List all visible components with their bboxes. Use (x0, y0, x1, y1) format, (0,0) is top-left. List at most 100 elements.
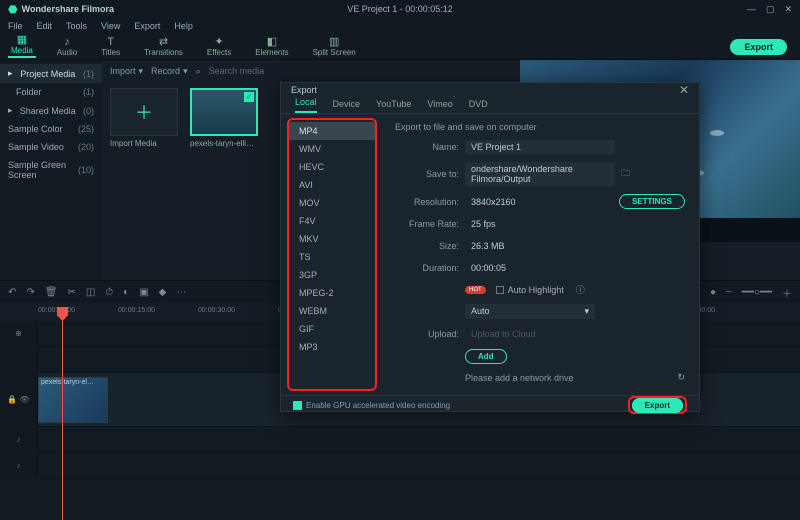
video-clip[interactable]: pexels-taryn-el… (38, 377, 108, 423)
import-dropdown[interactable]: Import ▾ (110, 66, 143, 77)
info-icon[interactable]: ⓘ (576, 283, 585, 296)
dialog-close-icon[interactable]: ✕ (679, 83, 689, 97)
menu-help[interactable]: Help (174, 21, 193, 31)
track-head[interactable] (0, 347, 38, 372)
format-avi[interactable]: AVI (289, 176, 375, 194)
track-head[interactable]: ⊕ (0, 321, 38, 346)
media-thumb[interactable]: ✓ pexels-taryn-elliott-5548… (190, 88, 258, 148)
zoom-slider[interactable]: ━━○━━ (742, 287, 772, 298)
track-head-video[interactable]: 🔒 👁 (0, 373, 38, 426)
format-list: MP4 WMV HEVC AVI MOV F4V MKV TS 3GP MPEG… (287, 118, 377, 391)
track-head-audio[interactable]: ♪ (0, 427, 38, 452)
menu-export[interactable]: Export (134, 21, 160, 31)
import-media-tile[interactable]: ＋ Import Media (110, 88, 178, 148)
sidebar-item-project-media[interactable]: ▸ Project Media(1) (0, 64, 102, 83)
export-button[interactable]: Export (730, 39, 787, 55)
tab-media[interactable]: ▦Media (8, 35, 36, 58)
format-mov[interactable]: MOV (289, 194, 375, 212)
auto-dropdown[interactable]: Auto ▾ (465, 304, 595, 319)
saveto-field[interactable]: ondershare/Wondershare Filmora/Output (465, 162, 615, 186)
name-field[interactable]: VE Project 1 (465, 140, 615, 154)
sidebar-item-green-screen[interactable]: Sample Green Screen(10) (0, 156, 102, 184)
menu-file[interactable]: File (8, 21, 23, 31)
maximize-icon[interactable]: ▢ (766, 4, 775, 15)
keyframe-icon[interactable]: ◆ (159, 287, 167, 298)
sidebar-item-sample-color[interactable]: Sample Color(25) (0, 120, 102, 138)
split-icon: ▥ (329, 37, 339, 47)
record-dropdown[interactable]: Record ▾ (151, 66, 188, 77)
record-icon[interactable]: ● (710, 287, 716, 298)
add-button[interactable]: Add (465, 349, 507, 364)
undo-icon[interactable]: ↶ (8, 287, 16, 298)
app-title: Wondershare Filmora (22, 4, 114, 14)
gpu-checkbox[interactable]: Enable GPU accelerated video encoding (293, 401, 450, 410)
format-hevc[interactable]: HEVC (289, 158, 375, 176)
effects-icon: ✦ (214, 37, 223, 47)
export-tab-vimeo[interactable]: Vimeo (427, 99, 452, 113)
format-mp3[interactable]: MP3 (289, 338, 375, 356)
menu-tools[interactable]: Tools (66, 21, 87, 31)
export-tab-dvd[interactable]: DVD (469, 99, 488, 113)
resolution-value: 3840x2160 (465, 195, 613, 209)
track-head-audio2[interactable]: ♪ (0, 453, 38, 478)
export-tabs: Local Device YouTube Vimeo DVD (281, 97, 699, 114)
tab-transitions[interactable]: ⇄Transitions (141, 37, 186, 57)
sidebar-item-shared[interactable]: ▸ Shared Media(0) (0, 101, 102, 120)
chevron-down-icon: ▾ (584, 306, 589, 317)
format-f4v[interactable]: F4V (289, 212, 375, 230)
playhead[interactable] (62, 321, 63, 520)
speed-icon[interactable]: ⏱ (105, 287, 113, 298)
zoom-in-icon[interactable]: ＋ (782, 285, 792, 300)
delete-icon[interactable]: 🗑 (45, 287, 58, 298)
cut-icon[interactable]: ✂ (67, 287, 75, 298)
check-icon (293, 401, 302, 410)
zoom-out-icon[interactable]: − (726, 287, 732, 298)
color-icon[interactable]: ◐ (123, 287, 129, 298)
menu-edit[interactable]: Edit (37, 21, 53, 31)
sidebar-item-folder[interactable]: Folder(1) (0, 83, 102, 101)
sidebar-item-sample-video[interactable]: Sample Video(20) (0, 138, 102, 156)
format-mpeg2[interactable]: MPEG-2 (289, 284, 375, 302)
format-3gp[interactable]: 3GP (289, 266, 375, 284)
tab-audio[interactable]: ♪Audio (54, 37, 80, 57)
track-audio[interactable]: ♪ (38, 427, 800, 453)
tab-splitscreen[interactable]: ▥Split Screen (310, 37, 359, 57)
format-gif[interactable]: GIF (289, 320, 375, 338)
check-icon: ✓ (244, 92, 254, 102)
format-mp4[interactable]: MP4 (289, 122, 375, 140)
mode-toolbar: ▦Media ♪Audio TTitles ⇄Transitions ✦Effe… (0, 34, 800, 60)
tab-elements[interactable]: ◧Elements (252, 37, 291, 57)
upload-value: Upload to Cloud (465, 327, 615, 341)
dialog-title: Export (291, 85, 317, 95)
settings-button[interactable]: SETTINGS (619, 194, 685, 209)
auto-highlight-checkbox[interactable]: Auto Highlight (496, 285, 564, 295)
export-tab-youtube[interactable]: YouTube (376, 99, 411, 113)
tab-effects[interactable]: ✦Effects (204, 37, 234, 57)
greenscreen-icon[interactable]: ▣ (139, 287, 148, 298)
refresh-icon[interactable]: ↻ (677, 372, 685, 383)
redo-icon[interactable]: ↷ (26, 287, 34, 298)
export-tab-device[interactable]: Device (333, 99, 361, 113)
size-value: 26.3 MB (465, 239, 615, 253)
format-wmv[interactable]: WMV (289, 140, 375, 158)
export-dialog: Export ✕ Local Device YouTube Vimeo DVD … (280, 82, 700, 412)
elements-icon: ◧ (267, 37, 277, 47)
format-mkv[interactable]: MKV (289, 230, 375, 248)
track-audio-2[interactable]: ♪ (38, 453, 800, 479)
format-webm[interactable]: WEBM (289, 302, 375, 320)
project-timecode: VE Project 1 - 00:00:05:12 (347, 4, 453, 14)
tab-titles[interactable]: TTitles (98, 37, 123, 57)
export-tab-local[interactable]: Local (295, 97, 317, 113)
minimize-icon[interactable]: — (747, 4, 756, 15)
close-icon[interactable]: ✕ (784, 4, 792, 15)
format-ts[interactable]: TS (289, 248, 375, 266)
audio-icon: ♪ (64, 37, 70, 47)
folder-icon[interactable]: 🗀 (621, 166, 630, 182)
export-final-button[interactable]: Export (632, 398, 683, 413)
search-input[interactable]: Search media (209, 66, 329, 76)
duration-value: 00:00:05 (465, 261, 615, 275)
menu-view[interactable]: View (101, 21, 120, 31)
plus-icon: ＋ (135, 99, 153, 125)
crop-icon[interactable]: ◫ (86, 287, 95, 298)
more-icon[interactable]: ⋯ (176, 287, 186, 298)
